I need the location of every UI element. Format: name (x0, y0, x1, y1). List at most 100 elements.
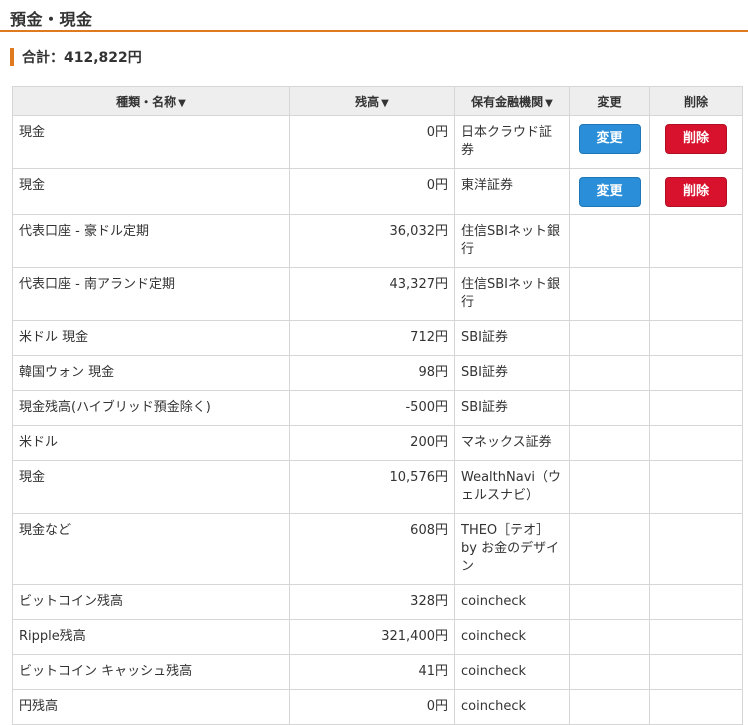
delete-cell (649, 689, 743, 725)
edit-cell (569, 267, 650, 321)
header-edit: 変更 (569, 86, 650, 116)
sort-down-icon: ▼ (545, 97, 553, 109)
name-cell: 現金 (12, 460, 290, 514)
amount-cell: 10,576円 (289, 460, 455, 514)
amount-cell: 41円 (289, 654, 455, 690)
delete-cell (649, 425, 743, 461)
delete-cell (649, 513, 743, 585)
amount-cell: 608円 (289, 513, 455, 585)
delete-cell (649, 654, 743, 690)
edit-cell (569, 619, 650, 655)
delete-cell (649, 320, 743, 356)
edit-cell: 変更 (569, 115, 650, 169)
delete-cell: 削除 (649, 168, 743, 215)
table-row: ビットコイン残高 328円 coincheck (12, 584, 743, 620)
institution-cell: マネックス証券 (454, 425, 570, 461)
sort-down-icon: ▼ (178, 97, 186, 109)
edit-cell (569, 513, 650, 585)
table-row: 現金 10,576円 WealthNavi（ウェルスナビ） (12, 460, 743, 514)
sort-down-icon: ▼ (381, 97, 389, 109)
table-row: 円残高 0円 coincheck (12, 689, 743, 725)
institution-cell: SBI証券 (454, 390, 570, 426)
edit-cell (569, 320, 650, 356)
edit-cell (569, 584, 650, 620)
accent-bar (10, 48, 14, 66)
delete-cell (649, 267, 743, 321)
table-row: 韓国ウォン 現金 98円 SBI証券 (12, 355, 743, 391)
table-row: 現金 0円 東洋証券 変更 削除 (12, 168, 743, 215)
header-delete: 削除 (649, 86, 743, 116)
amount-cell: -500円 (289, 390, 455, 426)
name-cell: ビットコイン キャッシュ残高 (12, 654, 290, 690)
amount-cell: 321,400円 (289, 619, 455, 655)
name-cell: 代表口座 - 豪ドル定期 (12, 214, 290, 268)
delete-cell (649, 460, 743, 514)
table-row: Ripple残高 321,400円 coincheck (12, 619, 743, 655)
name-cell: 米ドル (12, 425, 290, 461)
amount-cell: 0円 (289, 168, 455, 215)
delete-button[interactable]: 削除 (665, 124, 727, 154)
edit-button[interactable]: 変更 (578, 177, 641, 207)
amount-cell: 0円 (289, 689, 455, 725)
table-row: 米ドル 200円 マネックス証券 (12, 425, 743, 461)
institution-cell: coincheck (454, 689, 570, 725)
name-cell: Ripple残高 (12, 619, 290, 655)
name-cell: 現金など (12, 513, 290, 585)
table-header-row: 種類・名称 ▼ 残高 ▼ 保有金融機関 ▼ 変更 削除 (12, 86, 743, 116)
institution-cell: SBI証券 (454, 355, 570, 391)
edit-cell (569, 390, 650, 426)
amount-cell: 0円 (289, 115, 455, 169)
institution-cell: 東洋証券 (454, 168, 570, 215)
name-cell: 現金 (12, 168, 290, 215)
institution-cell: SBI証券 (454, 320, 570, 356)
delete-cell (649, 355, 743, 391)
name-cell: 代表口座 - 南アランド定期 (12, 267, 290, 321)
amount-cell: 43,327円 (289, 267, 455, 321)
institution-cell: WealthNavi（ウェルスナビ） (454, 460, 570, 514)
name-cell: ビットコイン残高 (12, 584, 290, 620)
table-row: 現金 0円 日本クラウド証券 変更 削除 (12, 115, 743, 169)
amount-cell: 328円 (289, 584, 455, 620)
name-cell: 円残高 (12, 689, 290, 725)
page-title: 預金・現金 (10, 10, 93, 29)
institution-cell: 住信SBIネット銀行 (454, 214, 570, 268)
table-row: 現金など 608円 THEO［テオ］ by お金のデザイン (12, 513, 743, 585)
delete-cell: 削除 (649, 115, 743, 169)
edit-cell (569, 654, 650, 690)
institution-cell: coincheck (454, 619, 570, 655)
table-row: 代表口座 - 豪ドル定期 36,032円 住信SBIネット銀行 (12, 214, 743, 268)
table-row: ビットコイン キャッシュ残高 41円 coincheck (12, 654, 743, 690)
amount-cell: 712円 (289, 320, 455, 356)
edit-cell (569, 460, 650, 514)
name-cell: 米ドル 現金 (12, 320, 290, 356)
edit-cell (569, 355, 650, 391)
edit-cell (569, 214, 650, 268)
institution-cell: 住信SBIネット銀行 (454, 267, 570, 321)
table-row: 現金残高(ハイブリッド預金除く) -500円 SBI証券 (12, 390, 743, 426)
amount-cell: 98円 (289, 355, 455, 391)
page-header: 預金・現金 (0, 0, 748, 32)
amount-cell: 36,032円 (289, 214, 455, 268)
header-name[interactable]: 種類・名称 ▼ (12, 86, 290, 116)
table-row: 代表口座 - 南アランド定期 43,327円 住信SBIネット銀行 (12, 267, 743, 321)
header-balance[interactable]: 残高 ▼ (289, 86, 455, 116)
name-cell: 韓国ウォン 現金 (12, 355, 290, 391)
header-institution[interactable]: 保有金融機関 ▼ (454, 86, 570, 116)
table-row: 米ドル 現金 712円 SBI証券 (12, 320, 743, 356)
edit-cell (569, 689, 650, 725)
delete-cell (649, 214, 743, 268)
name-cell: 現金残高(ハイブリッド預金除く) (12, 390, 290, 426)
institution-cell: 日本クラウド証券 (454, 115, 570, 169)
institution-cell: coincheck (454, 584, 570, 620)
total-label: 合計：412,822円 (22, 50, 142, 66)
edit-cell: 変更 (569, 168, 650, 215)
delete-cell (649, 619, 743, 655)
total-summary: 合計：412,822円 (10, 47, 142, 67)
edit-button[interactable]: 変更 (578, 124, 641, 154)
edit-cell (569, 425, 650, 461)
institution-cell: THEO［テオ］ by お金のデザイン (454, 513, 570, 585)
delete-button[interactable]: 削除 (665, 177, 727, 207)
deposits-table: 種類・名称 ▼ 残高 ▼ 保有金融機関 ▼ 変更 削除 現金 0円 日本クラウド証券 変更削… (12, 86, 743, 725)
amount-cell: 200円 (289, 425, 455, 461)
name-cell: 現金 (12, 115, 290, 169)
